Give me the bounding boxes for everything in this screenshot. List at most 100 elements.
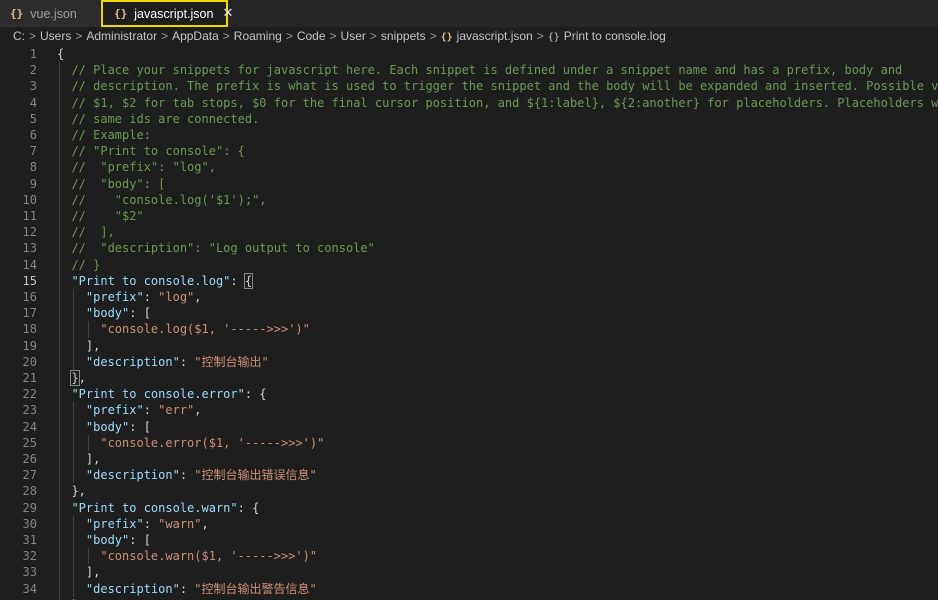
breadcrumb-item[interactable]: snippets — [381, 29, 426, 43]
code-text: "Print to console.error": { — [57, 386, 266, 402]
code-text: "body": [ — [57, 419, 151, 435]
line-number: 18 — [22, 322, 37, 337]
breadcrumb-item[interactable]: {} Print to console.log — [548, 29, 666, 43]
code-line[interactable]: 33 ], — [0, 564, 938, 581]
code-line[interactable]: 30 "prefix": "warn", — [0, 515, 938, 532]
code-line[interactable]: 22 "Print to console.error": { — [0, 386, 938, 403]
code-line[interactable]: 29 "Print to console.warn": { — [0, 499, 938, 516]
code-token: // $1, $2 for tab stops, $0 for the fina… — [57, 95, 938, 110]
tab-javascript-json[interactable]: {} javascript.json ✕ — [101, 0, 233, 27]
tab-vue-json[interactable]: {} vue.json — [0, 0, 100, 27]
code-text: "body": [ — [57, 532, 151, 548]
code-token: "description" — [85, 354, 180, 369]
object-icon: {} — [547, 32, 560, 43]
breadcrumb-item[interactable]: AppData — [172, 29, 219, 43]
code-line[interactable]: 21 }, — [0, 370, 938, 387]
code-text: // Place your snippets for javascript he… — [57, 62, 902, 78]
code-text: // } — [57, 257, 100, 273]
breadcrumb-item[interactable]: Users — [40, 29, 71, 43]
code-line[interactable]: 26 ], — [0, 451, 938, 468]
line-number: 1 — [29, 47, 37, 61]
code-token: "prefix" — [85, 403, 144, 418]
code-token: "console.warn($1, '----->>>')" — [100, 549, 318, 564]
code-token: // ], — [57, 225, 115, 240]
code-line[interactable]: 16 "prefix": "log", — [0, 289, 938, 306]
code-text: "body": [ — [57, 305, 151, 321]
line-number: 9 — [29, 176, 37, 191]
code-editor[interactable]: 1{2 // Place your snippets for javascrip… — [0, 45, 938, 600]
code-token: }, — [57, 484, 86, 499]
code-line[interactable]: 11 // "$2" — [0, 208, 938, 225]
breadcrumb-label: Print to console.log — [563, 29, 666, 43]
line-number: 30 — [22, 516, 37, 531]
code-line[interactable]: 27 "description": "控制台输出错误信息" — [0, 467, 938, 484]
code-line[interactable]: 12 // ], — [0, 224, 938, 241]
code-text: "prefix": "warn", — [57, 516, 209, 532]
code-line[interactable]: 6 // Example: — [0, 127, 938, 144]
breadcrumb-item[interactable]: C: — [13, 29, 25, 43]
code-token: // same ids are connected. — [57, 111, 260, 126]
code-line[interactable]: 17 "body": [ — [0, 305, 938, 322]
code-line[interactable]: 10 // "console.log('$1');", — [0, 191, 938, 208]
line-number: 10 — [22, 192, 37, 207]
code-line[interactable]: 9 // "body": [ — [0, 175, 938, 192]
code-line[interactable]: 4 // $1, $2 for tab stops, $0 for the fi… — [0, 94, 938, 111]
line-number: 34 — [22, 581, 37, 596]
code-token: // "prefix": "log", — [57, 160, 216, 175]
code-text: // "console.log('$1');", — [57, 192, 266, 208]
breadcrumb-label: AppData — [172, 29, 219, 43]
code-line[interactable]: 14 // } — [0, 256, 938, 273]
breadcrumb-item[interactable]: Roaming — [234, 29, 282, 43]
line-number: 17 — [22, 306, 37, 321]
code-line[interactable]: 28 }, — [0, 483, 938, 500]
code-token: : [ — [129, 306, 151, 321]
code-token: "body" — [85, 419, 130, 434]
close-icon[interactable]: ✕ — [222, 6, 233, 21]
code-line[interactable]: 20 "description": "控制台输出" — [0, 353, 938, 370]
code-token: , — [78, 371, 86, 385]
code-text: ], — [57, 338, 100, 354]
code-line[interactable]: 5 // same ids are connected. — [0, 110, 938, 127]
code-token: : — [179, 468, 195, 483]
code-line[interactable]: 3 // description. The prefix is what is … — [0, 78, 938, 95]
code-text: "console.warn($1, '----->>>')" — [57, 548, 317, 564]
line-number: 20 — [22, 354, 37, 369]
code-text: // $1, $2 for tab stops, $0 for the fina… — [57, 95, 938, 111]
code-token: "description" — [85, 581, 180, 596]
code-line[interactable]: 19 ], — [0, 337, 938, 354]
code-line[interactable]: 31 "body": [ — [0, 532, 938, 549]
code-line[interactable]: 18 "console.log($1, '----->>>')" — [0, 321, 938, 338]
code-line[interactable]: 15 "Print to console.log": { — [0, 272, 938, 289]
code-line[interactable]: 13 // "description": "Log output to cons… — [0, 240, 938, 257]
breadcrumb-label: snippets — [380, 29, 426, 43]
code-line[interactable]: 2 // Place your snippets for javascript … — [0, 62, 938, 79]
code-line[interactable]: 25 "console.error($1, '----->>>')" — [0, 434, 938, 451]
code-token: "prefix" — [85, 290, 144, 304]
code-line[interactable]: 1{ — [0, 46, 938, 62]
code-token: "log" — [158, 290, 195, 304]
code-line[interactable]: 24 "body": [ — [0, 418, 938, 435]
code-text: "Print to console.warn": { — [57, 500, 259, 516]
code-text: // Example: — [57, 127, 150, 143]
code-token: // description. The prefix is what is us… — [57, 79, 938, 94]
line-number: 29 — [22, 500, 37, 515]
code-text: "description": "控制台输出" — [57, 354, 269, 370]
breadcrumb-label: Roaming — [233, 29, 282, 43]
breadcrumb-item[interactable]: User — [341, 29, 366, 43]
code-token: "body" — [85, 533, 130, 547]
breadcrumb-label: C: — [13, 29, 25, 43]
breadcrumb-item[interactable]: Administrator — [86, 29, 157, 43]
code-line[interactable]: 34 "description": "控制台输出警告信息" — [0, 580, 938, 597]
line-number: 25 — [22, 435, 37, 450]
line-number: 28 — [22, 484, 37, 499]
code-line[interactable]: 23 "prefix": "err", — [0, 402, 938, 419]
code-line[interactable]: 32 "console.warn($1, '----->>>')" — [0, 548, 938, 565]
breadcrumb-item[interactable]: {} javascript.json — [441, 29, 533, 43]
code-line[interactable]: 7 // "Print to console": { — [0, 143, 938, 160]
breadcrumb-item[interactable]: Code — [297, 29, 326, 43]
code-line[interactable]: 8 // "prefix": "log", — [0, 159, 938, 176]
